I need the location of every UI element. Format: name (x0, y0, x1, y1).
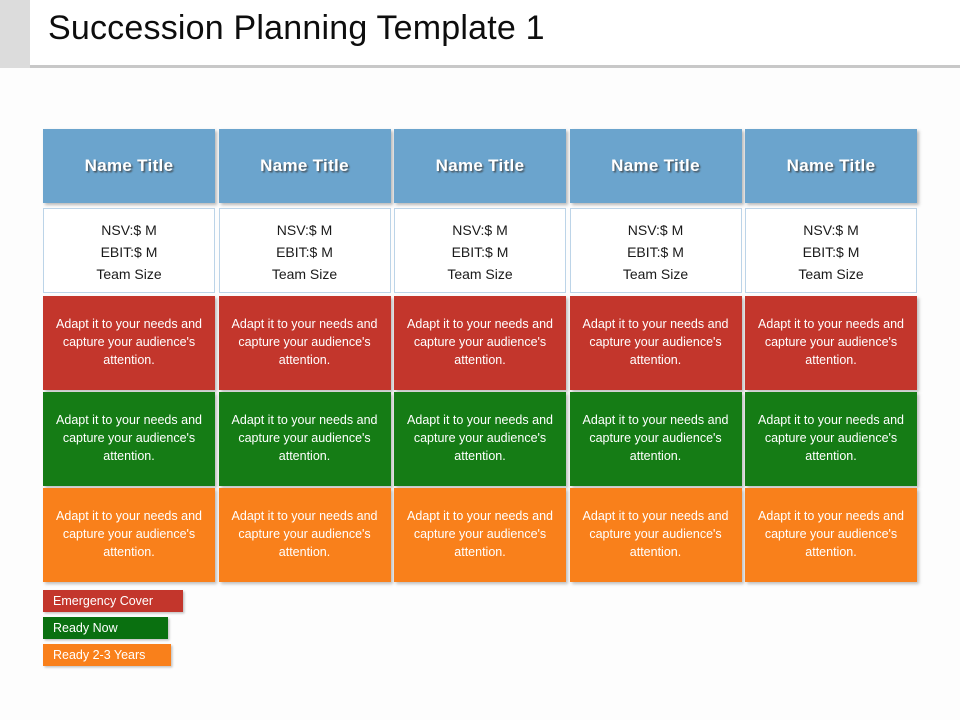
stat-line: NSV:$ M (803, 221, 859, 238)
candidate-card-text: Adapt it to your needs and capture your … (56, 413, 202, 463)
stats-box[interactable]: NSV:$ M EBIT:$ M Team Size (745, 208, 917, 293)
stat-line: EBIT:$ M (627, 243, 684, 260)
candidate-card-text: Adapt it to your needs and capture your … (758, 509, 904, 559)
left-gutter-strip (0, 0, 30, 68)
stats-box[interactable]: NSV:$ M EBIT:$ M Team Size (569, 208, 742, 293)
name-title-label: Name Title (611, 156, 700, 175)
legend-item-ready-2-3-years[interactable]: Ready 2-3 Years (43, 644, 171, 666)
candidate-card-emergency-cover[interactable]: Adapt it to your needs and capture your … (745, 296, 917, 390)
stat-line: NSV:$ M (627, 221, 684, 238)
stat-line: Team Size (271, 265, 338, 282)
candidate-card-text: Adapt it to your needs and capture your … (231, 317, 378, 367)
legend: Emergency Cover Ready Now Ready 2-3 Years (43, 590, 303, 671)
stats-box[interactable]: NSV:$ M EBIT:$ M Team Size (394, 208, 566, 293)
name-title-label: Name Title (786, 156, 876, 175)
name-title-header[interactable]: Name Title (43, 129, 215, 203)
candidate-card-ready-2-3-years[interactable]: Adapt it to your needs and capture your … (218, 488, 391, 582)
succession-column: Name Title NSV:$ M EBIT:$ M Team Size Adapt … (394, 129, 566, 583)
stats-box[interactable]: NSV:$ M EBIT:$ M Team Size (43, 208, 215, 293)
stat-line: NSV:$ M (276, 221, 333, 238)
succession-column: Name Title NSV:$ M EBIT:$ M Team Size Adapt … (569, 129, 742, 583)
candidate-card-ready-now[interactable]: Adapt it to your needs and capture your … (745, 392, 917, 486)
legend-item-ready-now[interactable]: Ready Now (43, 617, 168, 639)
candidate-card-ready-now[interactable]: Adapt it to your needs and capture your … (43, 392, 215, 486)
stat-line: NSV:$ M (452, 221, 508, 238)
stat-line: EBIT:$ M (276, 243, 333, 260)
candidate-card-text: Adapt it to your needs and capture your … (582, 317, 729, 367)
page-title: Succession Planning Template 1 (48, 9, 545, 47)
candidate-card-text: Adapt it to your needs and capture your … (407, 413, 553, 463)
candidate-card-ready-2-3-years[interactable]: Adapt it to your needs and capture your … (569, 488, 742, 582)
candidate-card-text: Adapt it to your needs and capture your … (407, 317, 553, 367)
candidate-card-text: Adapt it to your needs and capture your … (56, 317, 202, 367)
candidate-card-ready-2-3-years[interactable]: Adapt it to your needs and capture your … (43, 488, 215, 582)
name-title-header[interactable]: Name Title (394, 129, 566, 203)
legend-item-emergency-cover[interactable]: Emergency Cover (43, 590, 183, 612)
candidate-card-text: Adapt it to your needs and capture your … (231, 413, 378, 463)
stat-line: EBIT:$ M (802, 243, 860, 260)
stat-line: Team Size (447, 265, 513, 282)
name-title-label: Name Title (84, 156, 174, 175)
candidate-card-ready-2-3-years[interactable]: Adapt it to your needs and capture your … (745, 488, 917, 582)
stat-line: EBIT:$ M (100, 243, 158, 260)
stat-line: EBIT:$ M (451, 243, 509, 260)
slide-canvas: Succession Planning Template 1 Name Titl… (0, 0, 960, 720)
candidate-card-emergency-cover[interactable]: Adapt it to your needs and capture your … (43, 296, 215, 390)
candidate-card-text: Adapt it to your needs and capture your … (582, 413, 729, 463)
legend-item-label: Ready 2-3 Years (53, 648, 146, 662)
candidate-card-text: Adapt it to your needs and capture your … (231, 509, 378, 559)
stat-line: Team Size (798, 265, 864, 282)
stat-line: NSV:$ M (101, 221, 157, 238)
name-title-header[interactable]: Name Title (569, 129, 742, 203)
stat-line: Team Size (96, 265, 162, 282)
candidate-card-text: Adapt it to your needs and capture your … (758, 413, 904, 463)
candidate-card-ready-now[interactable]: Adapt it to your needs and capture your … (218, 392, 391, 486)
succession-grid: Name Title NSV:$ M EBIT:$ M Team Size Adapt … (43, 129, 917, 583)
candidate-card-text: Adapt it to your needs and capture your … (56, 509, 202, 559)
stat-line: Team Size (622, 265, 689, 282)
name-title-label: Name Title (260, 156, 349, 175)
candidate-card-ready-now[interactable]: Adapt it to your needs and capture your … (394, 392, 566, 486)
candidate-card-ready-now[interactable]: Adapt it to your needs and capture your … (569, 392, 742, 486)
succession-column: Name Title NSV:$ M EBIT:$ M Team Size Adapt … (745, 129, 917, 583)
name-title-header[interactable]: Name Title (745, 129, 917, 203)
succession-column: Name Title NSV:$ M EBIT:$ M Team Size Adapt … (43, 129, 215, 583)
candidate-card-text: Adapt it to your needs and capture your … (407, 509, 553, 559)
name-title-header[interactable]: Name Title (218, 129, 391, 203)
candidate-card-emergency-cover[interactable]: Adapt it to your needs and capture your … (569, 296, 742, 390)
candidate-card-text: Adapt it to your needs and capture your … (758, 317, 904, 367)
legend-item-label: Ready Now (53, 621, 118, 635)
candidate-card-text: Adapt it to your needs and capture your … (582, 509, 729, 559)
slide-title-bar: Succession Planning Template 1 (30, 0, 960, 68)
succession-column: Name Title NSV:$ M EBIT:$ M Team Size Adapt … (218, 129, 391, 583)
candidate-card-emergency-cover[interactable]: Adapt it to your needs and capture your … (218, 296, 391, 390)
candidate-card-emergency-cover[interactable]: Adapt it to your needs and capture your … (394, 296, 566, 390)
name-title-label: Name Title (435, 156, 525, 175)
stats-box[interactable]: NSV:$ M EBIT:$ M Team Size (218, 208, 391, 293)
candidate-card-ready-2-3-years[interactable]: Adapt it to your needs and capture your … (394, 488, 566, 582)
legend-item-label: Emergency Cover (53, 594, 154, 608)
